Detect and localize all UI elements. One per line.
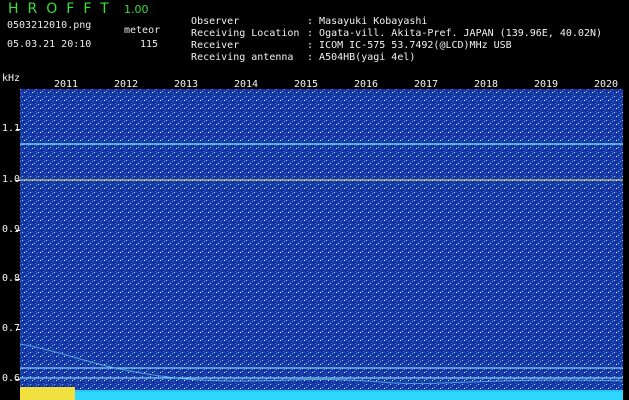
- info-key: Receiving antenna: [191, 52, 294, 63]
- baseline-band-cyan: [75, 392, 623, 400]
- mode-label: meteor: [124, 25, 161, 36]
- spectrogram-display: [20, 89, 623, 400]
- timestamp: 05.03.21 20:10: [7, 39, 92, 50]
- detection-count: 115: [140, 39, 159, 50]
- info-value: A504HB(yagi 4el): [319, 52, 416, 63]
- baseline-band-yellow: [20, 387, 75, 400]
- app-title: HROFFT: [8, 1, 118, 17]
- image-filename: 0503212010.png: [7, 20, 92, 31]
- info-row-antenna: Receiving antenna: A504HB(yagi 4el): [179, 41, 415, 63]
- app-version: 1.00: [124, 3, 149, 16]
- info-colon: :: [307, 52, 314, 63]
- y-axis-unit: kHz: [2, 73, 21, 84]
- spectrogram-noise-field: [20, 89, 623, 400]
